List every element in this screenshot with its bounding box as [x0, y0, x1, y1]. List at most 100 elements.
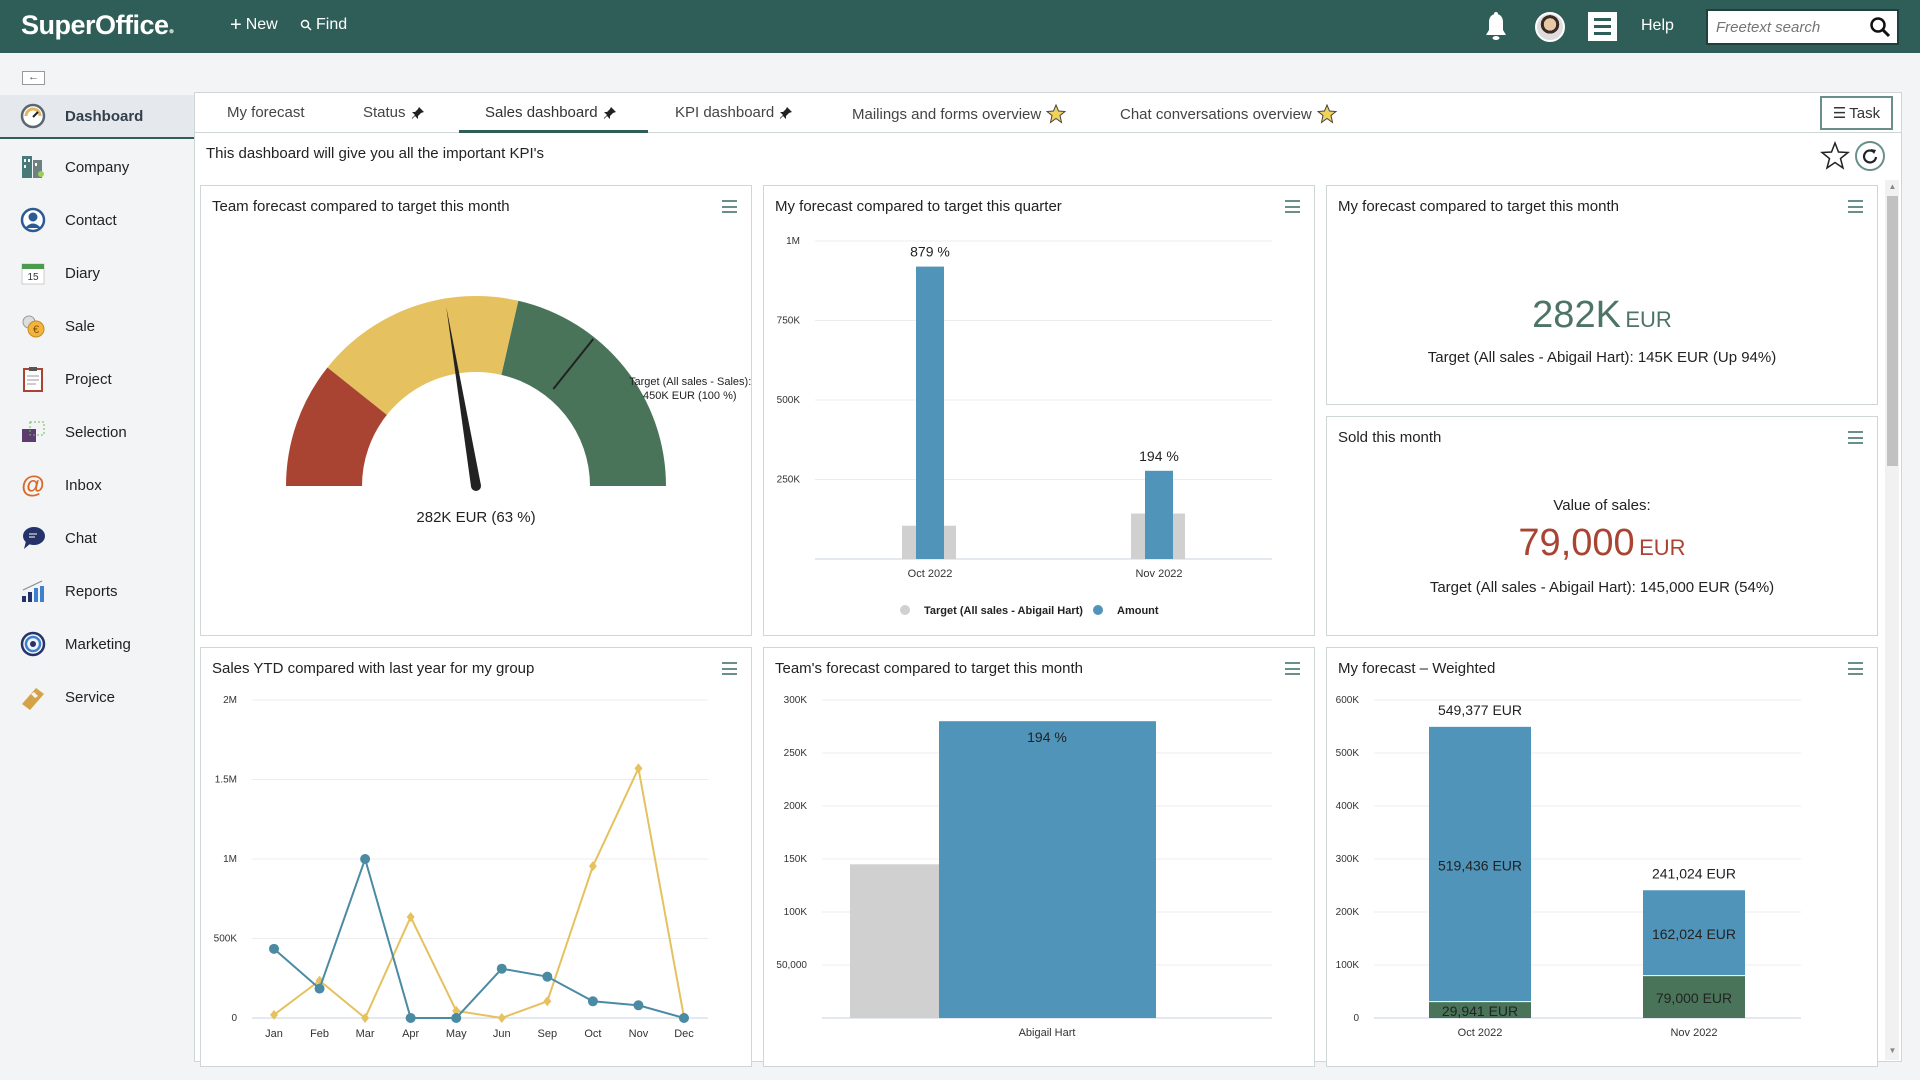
tab-chat-conversations-overview[interactable]: Chat conversations overview [1120, 104, 1337, 124]
data-point [633, 1000, 644, 1011]
sidebar-item-label: Selection [65, 423, 127, 441]
bar-data-label: 194 % [1027, 729, 1067, 745]
notifications-bell-icon[interactable] [1483, 12, 1509, 42]
weighted-stacked-chart: 0 100K 200K 300K 400K 500K 600K 29,941 EUR 519,4… [1336, 695, 1801, 1039]
gauge-band-2 [501, 300, 666, 486]
legend-dot-amount [1093, 605, 1103, 615]
x-tick-label: Dec [674, 1028, 694, 1040]
bar-sold-label: 29,941 EUR [1442, 1003, 1518, 1019]
task-label: Task [1849, 104, 1881, 122]
x-tick-label: Sep [538, 1028, 558, 1040]
tab-label: Mailings and forms overview [852, 105, 1042, 123]
bar-total-label: 241,024 EUR [1652, 865, 1736, 881]
sidebar-item-dashboard[interactable]: Dashboard [0, 95, 194, 139]
y-tick-label: 1M [786, 236, 800, 247]
sidebar-item-diary[interactable]: 15 Diary [0, 251, 194, 295]
sidebar-item-label: Reports [65, 582, 118, 600]
panel-team-forecast-gauge: Team forecast compared to target this mo… [200, 185, 752, 636]
favorite-star-icon[interactable] [1046, 104, 1067, 124]
sidebar-item-chat[interactable]: Chat [0, 516, 194, 560]
panel-menu-icon[interactable] [1848, 200, 1863, 213]
logo-dot: ● [168, 26, 175, 37]
task-button[interactable]: ☰ Task [1820, 96, 1893, 130]
scroll-up-arrow[interactable]: ▲ [1887, 182, 1898, 194]
sidebar-item-service[interactable]: Service [0, 675, 194, 719]
refresh-button[interactable] [1855, 141, 1885, 171]
svg-text:15: 15 [27, 272, 39, 283]
y-tick-label: 100K [784, 907, 808, 918]
sidebar-item-project[interactable]: Project [0, 357, 194, 401]
sidebar-item-marketing[interactable]: Marketing [0, 622, 194, 666]
bar-forecast-label: 519,436 EUR [1438, 857, 1522, 873]
superoffice-logo[interactable]: SuperOffice● [21, 10, 175, 41]
scroll-down-arrow[interactable]: ▼ [1887, 1046, 1898, 1058]
sold-subtitle: Target (All sales - Abigail Hart): 145,0… [1429, 579, 1775, 596]
find-button[interactable]: Find [300, 16, 347, 34]
sidebar-item-sale[interactable]: € Sale [0, 304, 194, 348]
contact-person-icon [20, 207, 46, 233]
tab-kpi-dashboard[interactable]: KPI dashboard [675, 104, 793, 121]
dashboard-description: This dashboard will give you all the imp… [206, 145, 545, 162]
tab-status[interactable]: Status [363, 104, 425, 121]
marketing-target-icon [20, 631, 46, 657]
pin-icon[interactable] [411, 106, 425, 120]
y-tick-label: 200K [1336, 907, 1360, 918]
sidebar-item-company[interactable]: Company [0, 145, 194, 189]
active-tab-indicator [459, 130, 648, 133]
collapse-sidebar-button[interactable]: ← [22, 71, 45, 85]
sidebar-item-reports[interactable]: Reports [0, 569, 194, 613]
x-tick-label: Apr [402, 1028, 419, 1040]
bar-data-label: 194 % [1139, 448, 1179, 464]
main-menu-button[interactable] [1588, 12, 1617, 41]
user-avatar[interactable] [1535, 12, 1565, 42]
sidebar-item-inbox[interactable]: @ Inbox [0, 463, 194, 507]
kpi-unit: EUR [1625, 307, 1672, 332]
x-tick-label: Oct [584, 1028, 601, 1040]
dashboard-gauge-icon [20, 103, 46, 129]
panel-menu-icon[interactable] [1848, 431, 1863, 444]
pin-icon[interactable] [779, 106, 793, 120]
sidebar-item-label: Dashboard [65, 107, 144, 125]
bar-forecast-label: 162,024 EUR [1652, 926, 1736, 942]
data-point [497, 1013, 506, 1023]
logo-text: SuperOffice [21, 10, 169, 40]
x-tick-label: Jan [265, 1028, 283, 1040]
y-tick-label: 500K [1336, 748, 1360, 759]
sidebar-item-contact[interactable]: Contact [0, 198, 194, 242]
find-label: Find [316, 16, 348, 33]
y-tick-label: 200K [784, 801, 808, 812]
panel-quarter-forecast: My forecast compared to target this quar… [763, 185, 1315, 636]
sidebar-item-label: Project [65, 370, 112, 388]
top-bar: SuperOffice● + New Find Help [0, 0, 1920, 53]
panel-sold-this-month: Sold this month Value of sales: 79,000 E… [1326, 416, 1878, 636]
y-tick-label: 100K [1336, 960, 1360, 971]
search-submit-icon[interactable] [1869, 16, 1891, 38]
favorite-star-icon[interactable] [1820, 141, 1850, 171]
tab-my-forecast[interactable]: My forecast [227, 104, 305, 121]
data-point [360, 854, 371, 864]
data-point [634, 763, 643, 774]
pin-icon[interactable] [603, 106, 617, 120]
freetext-search-input[interactable] [1708, 11, 1858, 43]
data-point [542, 971, 553, 982]
help-link[interactable]: Help [1641, 17, 1674, 35]
gauge-value-label: 282K EUR (63 %) [416, 509, 535, 526]
bar-target [850, 864, 940, 1018]
panel-month-forecast-kpi: My forecast compared to target this mont… [1326, 185, 1878, 405]
data-point [496, 963, 507, 974]
new-button[interactable]: + New [230, 15, 278, 35]
sidebar-item-label: Service [65, 688, 116, 706]
sidebar-item-selection[interactable]: Selection [0, 410, 194, 454]
favorite-star-icon[interactable] [1316, 104, 1337, 124]
chat-bubble-icon [20, 525, 46, 551]
x-tick-label: Oct 2022 [1458, 1027, 1503, 1039]
svg-text:€: € [33, 324, 39, 336]
tab-mailings-and-forms-overview[interactable]: Mailings and forms overview [852, 104, 1067, 124]
sidebar: Dashboard Company Contact 15 Diary € Sale Proje… [0, 92, 194, 1080]
y-tick-label: 600K [1336, 695, 1360, 706]
sold-unit: EUR [1639, 535, 1686, 560]
bar-sold-label: 79,000 EUR [1656, 990, 1732, 1006]
scrollbar-thumb[interactable] [1887, 196, 1898, 466]
y-tick-label: 250K [784, 748, 808, 759]
tab-sales-dashboard[interactable]: Sales dashboard [485, 104, 617, 121]
